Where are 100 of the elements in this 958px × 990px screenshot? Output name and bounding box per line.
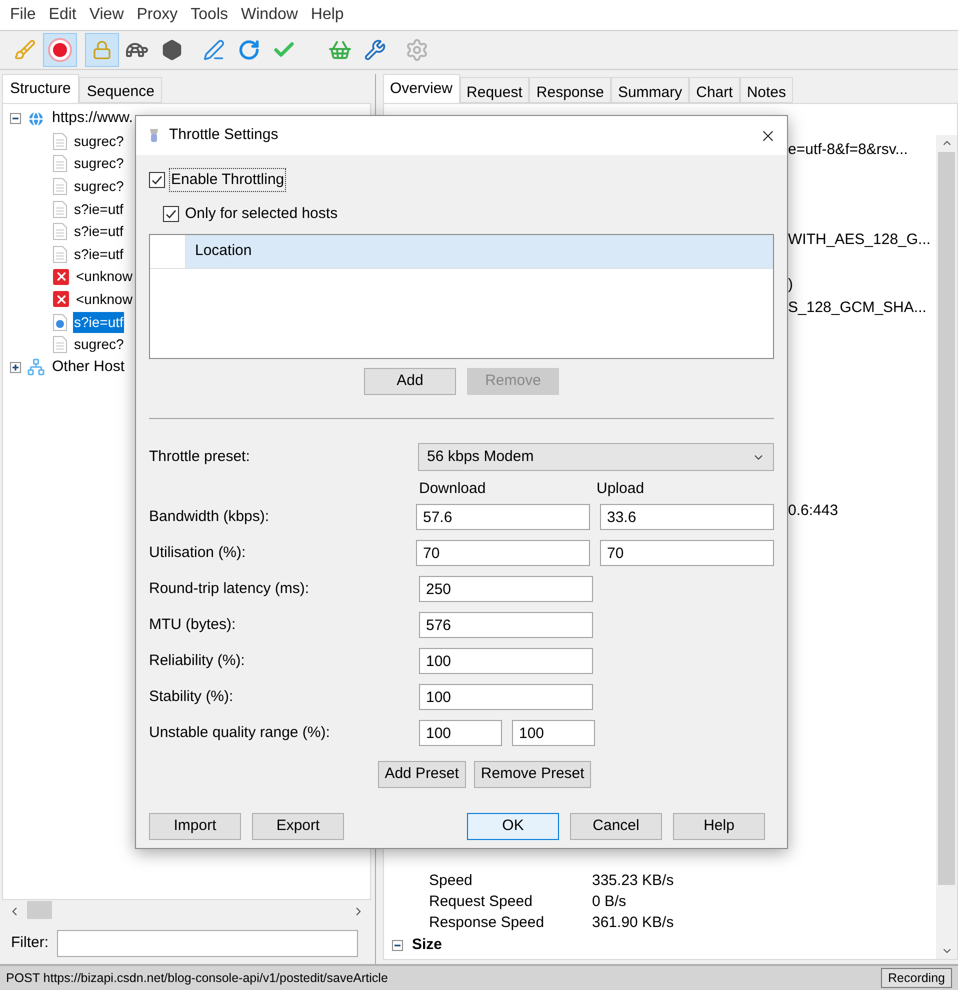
setting-label: Reliability (%):	[149, 650, 246, 671]
tree-item[interactable]: https://www.	[51, 107, 134, 130]
setting-label: Utilisation (%):	[149, 542, 247, 563]
setting-label: Unstable quality range (%):	[149, 722, 331, 743]
dialog-button[interactable]: Import	[149, 813, 241, 840]
dialog-button[interactable]: Remove Preset	[474, 761, 592, 788]
document-icon	[53, 246, 67, 263]
document-icon	[53, 336, 67, 354]
text-field[interactable]: 100	[419, 648, 593, 674]
error-icon	[53, 268, 69, 285]
text-field[interactable]: 70	[600, 540, 774, 566]
dialog-button[interactable]: Add	[364, 368, 456, 395]
tab[interactable]: Summary	[610, 77, 690, 103]
overview-value: 335.23 KB/s	[592, 871, 674, 892]
text-field[interactable]: 70	[416, 540, 590, 566]
dialog-button[interactable]: Help	[673, 813, 765, 840]
setting-label: MTU (bytes):	[149, 614, 237, 635]
dialog-button[interactable]: OK	[467, 813, 559, 840]
hexagon-icon	[161, 39, 183, 61]
menu-item[interactable]: Tools	[184, 3, 234, 27]
section-title: Size	[412, 935, 442, 956]
record-icon	[48, 38, 72, 62]
tree-item[interactable]: s?ie=utf	[73, 312, 124, 333]
checkbox[interactable]	[149, 172, 165, 188]
menu-item[interactable]: Help	[304, 3, 350, 27]
dialog-button[interactable]: Cancel	[570, 813, 662, 840]
overview-label: Request Speed	[429, 892, 534, 912]
document-icon	[53, 200, 67, 218]
tree-item[interactable]: s?ie=utf	[73, 244, 124, 265]
tab[interactable]: Structure	[2, 74, 79, 103]
setting-label: Stability (%):	[149, 686, 234, 707]
filter-label: Filter:	[11, 932, 48, 953]
recording-button[interactable]: Recording	[881, 968, 952, 988]
overview-value: 0.6:443	[788, 501, 838, 522]
dialog-button[interactable]: Export	[252, 813, 344, 840]
checkbox-label[interactable]: Only for selected hosts	[185, 202, 338, 226]
tree-item[interactable]: Other Host	[51, 356, 126, 379]
setting-label: Bandwidth (kbps):	[149, 506, 270, 527]
text-field[interactable]: 100	[419, 684, 593, 710]
scrollbar-thumb[interactable]	[27, 901, 52, 919]
menu-item[interactable]: Proxy	[130, 3, 184, 27]
document-icon	[53, 132, 67, 150]
refresh-icon	[238, 39, 260, 61]
tree-item[interactable]: sugrec?	[73, 334, 125, 356]
lock-icon	[92, 40, 112, 60]
tab[interactable]: Response	[529, 77, 611, 103]
text-field[interactable]: 250	[419, 576, 593, 602]
tab[interactable]: Request	[460, 77, 530, 103]
scrollbar-thumb[interactable]	[938, 152, 955, 885]
preset-label: Throttle preset:	[149, 446, 251, 467]
document-icon	[53, 314, 67, 331]
status-text: POST https://bizapi.csdn.net/blog-console-api/v1/postedit/saveArticle	[6, 970, 388, 987]
tree-item[interactable]: sugrec?	[73, 176, 125, 197]
overview-value: )	[788, 275, 793, 296]
setting-label: Round-trip latency (ms):	[149, 578, 310, 599]
document-icon	[53, 155, 67, 172]
tree-item[interactable]: s?ie=utf	[73, 221, 124, 242]
dialog-button[interactable]: Add Preset	[378, 761, 466, 788]
filter-field[interactable]	[56, 930, 358, 956]
overview-value: e=utf-8&f=8&rsv...	[788, 140, 908, 160]
tree-item[interactable]: sugrec?	[73, 153, 125, 174]
settings-icon	[405, 38, 429, 62]
tree-item[interactable]: s?ie=utf	[73, 198, 124, 220]
tab[interactable]: Chart	[689, 77, 740, 103]
text-field[interactable]: 576	[419, 612, 593, 638]
menu-item[interactable]: Window	[235, 3, 304, 27]
column-label: Upload	[596, 479, 646, 499]
collapse-toggle[interactable]	[392, 940, 403, 951]
text-field[interactable]: 100	[419, 720, 502, 746]
checkbox-label[interactable]: Enable Throttling	[169, 168, 286, 192]
expand-toggle[interactable]	[10, 362, 21, 373]
text-field[interactable]: 33.6	[600, 504, 774, 530]
tree-item[interactable]: <unknow	[75, 266, 134, 288]
basket-icon	[328, 38, 352, 62]
text-field[interactable]: 100	[512, 720, 595, 746]
document-icon	[53, 223, 67, 240]
tree-item[interactable]: sugrec?	[73, 130, 125, 152]
text-field[interactable]: 57.6	[416, 504, 590, 530]
vertical-scrollbar[interactable]	[936, 135, 957, 959]
app-icon	[148, 128, 160, 144]
network-icon	[27, 358, 45, 376]
checkbox[interactable]	[163, 206, 179, 222]
overview-label: Speed	[429, 871, 474, 892]
overview-value: 0 B/s	[592, 892, 626, 912]
menu-item[interactable]: File	[4, 3, 42, 27]
tab[interactable]: Notes	[740, 77, 793, 103]
dialog-title: Throttle Settings	[169, 125, 278, 146]
toolbar-button[interactable]	[43, 33, 77, 67]
overview-label: Response Speed	[429, 913, 546, 934]
collapse-toggle[interactable]	[10, 113, 21, 124]
tab[interactable]: Sequence	[78, 77, 162, 103]
globe-icon	[27, 110, 45, 128]
tree-item[interactable]: <unknow	[75, 288, 134, 310]
preset-dropdown[interactable]: 56 kbps Modem	[418, 443, 774, 471]
menu-item[interactable]: View	[83, 3, 130, 27]
column-label: Download	[419, 479, 487, 499]
pen-icon	[203, 39, 225, 61]
tab[interactable]: Overview	[383, 74, 460, 103]
column-header[interactable]: Location	[186, 235, 773, 268]
menu-item[interactable]: Edit	[42, 3, 82, 27]
